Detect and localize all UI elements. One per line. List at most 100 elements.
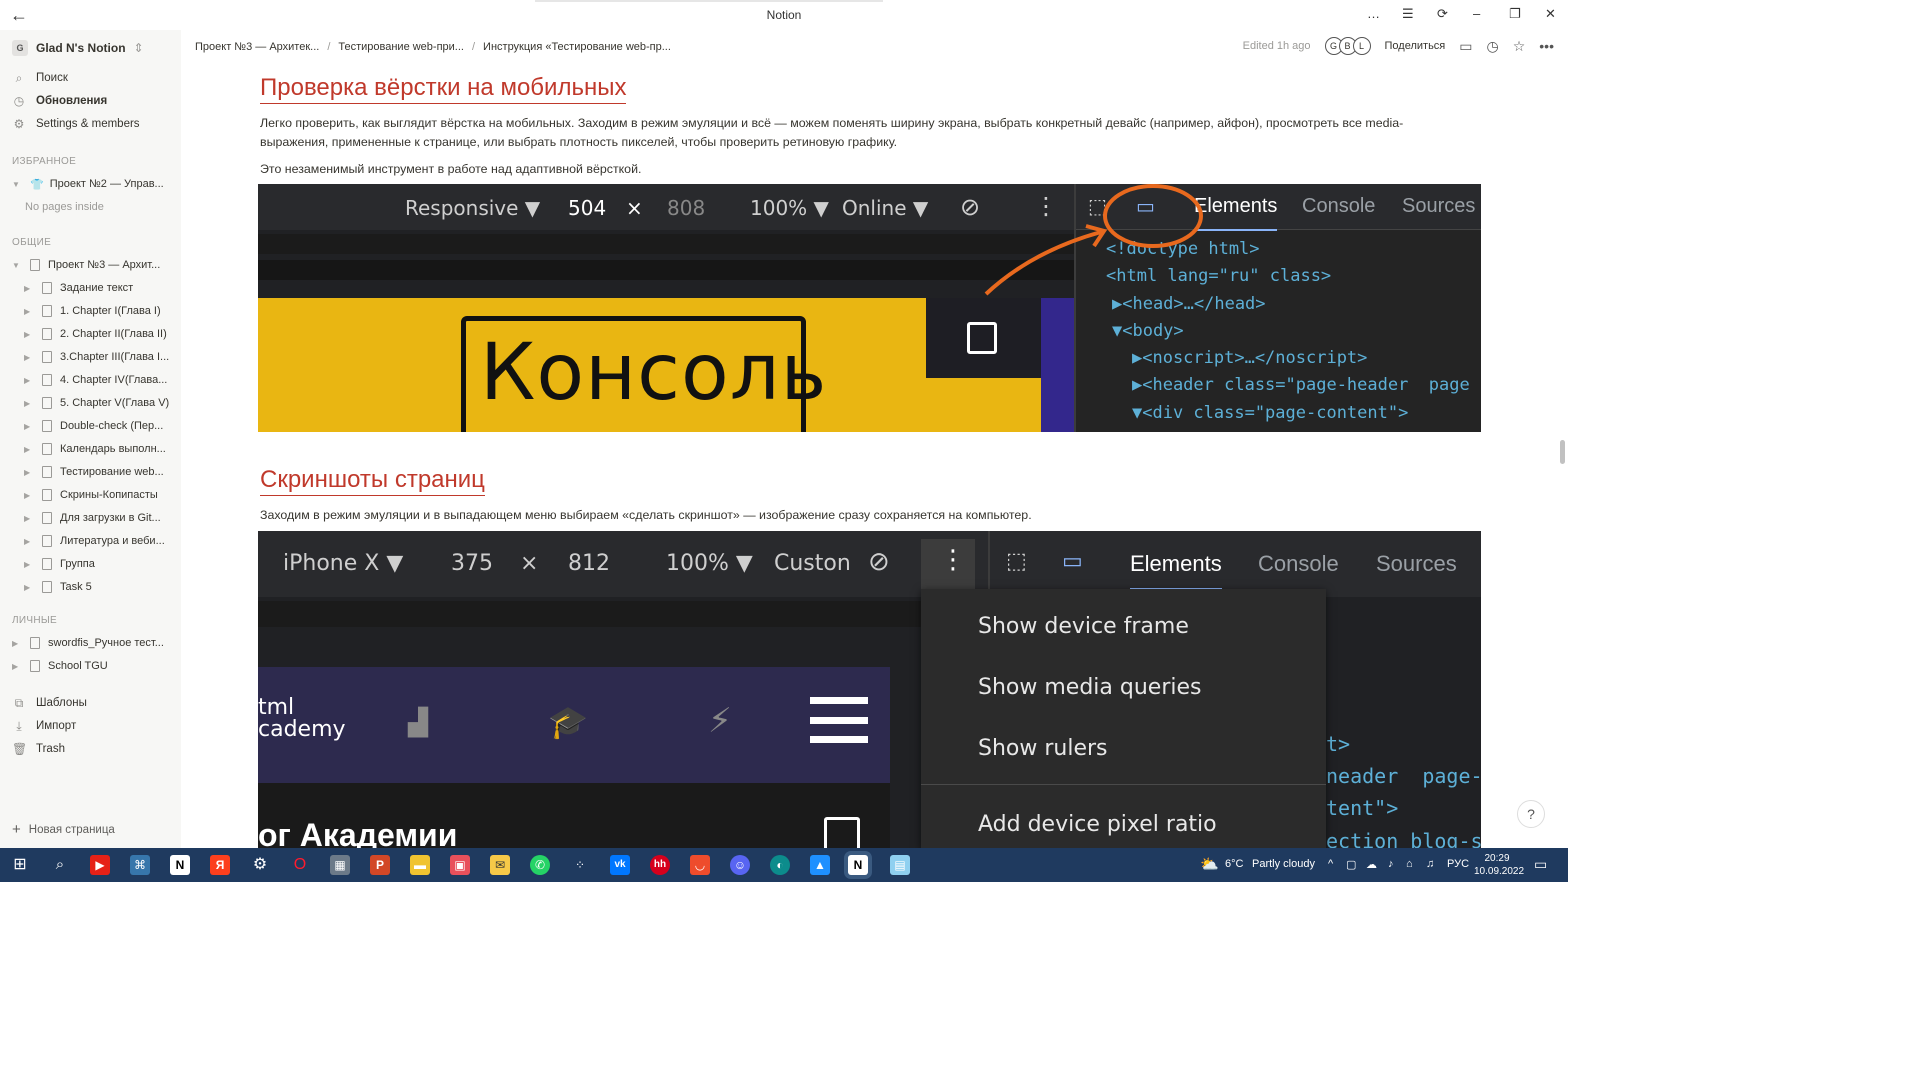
caret-right-icon[interactable]: ▶ — [24, 514, 34, 523]
sidebar-item-updates[interactable]: ◷ Обновления — [12, 92, 107, 110]
pin-icon[interactable]: ⟳ — [1437, 6, 1448, 22]
private-item[interactable]: ▶ School TGU — [12, 657, 108, 675]
sidebar-page-item[interactable]: ▶ Календарь выполн... — [24, 440, 166, 458]
discord-icon[interactable]: ☺ — [730, 855, 750, 875]
powerpoint-icon[interactable]: P — [370, 855, 390, 875]
vk-icon[interactable]: vk — [610, 855, 630, 875]
opera-icon[interactable]: O — [290, 855, 310, 875]
chevron-up-icon[interactable]: ^ — [1328, 858, 1333, 870]
sidebar-page-item[interactable]: ▶ Литература и веби... — [24, 532, 165, 550]
caret-down-icon[interactable]: ▼ — [12, 261, 22, 270]
search-icon[interactable]: ⌕ — [50, 855, 70, 875]
sidebar-page-item[interactable]: ▶ Тестирование web... — [24, 463, 164, 481]
sidebar-item-trash[interactable]: 🗑 Trash — [12, 740, 65, 758]
sidebar-page-item[interactable]: ▶ 2. Chapter II(Глава II) — [24, 325, 167, 343]
comment-icon[interactable]: ▭ — [1459, 38, 1472, 55]
notifications-icon[interactable]: ▭ — [1534, 856, 1547, 873]
caret-right-icon[interactable]: ▶ — [24, 445, 34, 454]
help-button[interactable]: ? — [1517, 800, 1545, 828]
minimize-icon[interactable]: – — [1473, 6, 1480, 21]
youtube-icon[interactable]: ▶ — [90, 855, 110, 875]
caret-right-icon[interactable]: ▶ — [24, 353, 34, 362]
caret-right-icon[interactable]: ▶ — [12, 639, 22, 648]
cloud-icon[interactable]: ☁ — [1366, 858, 1377, 871]
sidebar-page-item[interactable]: ▶ 3.Chapter III(Глава I... — [24, 348, 169, 366]
notion-active-icon[interactable]: N — [848, 855, 868, 875]
shared-root-item[interactable]: ▼ Проект №3 — Архит... — [12, 256, 160, 274]
caret-right-icon[interactable]: ▶ — [24, 376, 34, 385]
mail-icon[interactable]: ✉ — [490, 855, 510, 875]
breadcrumb-item[interactable]: Проект №3 — Архитек... — [195, 41, 319, 53]
window-title: Notion — [766, 8, 802, 22]
app-icon[interactable]: ◡ — [690, 855, 710, 875]
caret-right-icon[interactable]: ▶ — [24, 422, 34, 431]
caret-right-icon[interactable]: ▶ — [24, 330, 34, 339]
sidebar-page-item[interactable]: ▶ Для загрузки в Git... — [24, 509, 161, 527]
weather-temp[interactable]: 6°C — [1225, 858, 1243, 870]
workspace-switcher[interactable]: G Glad N's Notion ⇕ — [12, 40, 144, 56]
sidebar-page-item[interactable]: ▶ Задание текст — [24, 279, 133, 297]
edge-icon[interactable]: ◐ — [770, 855, 790, 875]
clock[interactable]: 20:29 10.09.2022 — [1474, 852, 1524, 878]
notion-icon[interactable]: N — [170, 855, 190, 875]
apps-icon[interactable]: ⁘ — [570, 855, 590, 875]
private-item[interactable]: ▶ swordfis_Ручное тест... — [12, 634, 164, 652]
caret-right-icon[interactable]: ▶ — [24, 583, 34, 592]
star-icon[interactable]: ☆ — [1513, 38, 1526, 55]
menu-icon[interactable]: ☰ — [1402, 6, 1414, 22]
language-indicator[interactable]: РУС — [1447, 858, 1469, 870]
caret-right-icon[interactable]: ▶ — [12, 662, 22, 671]
notepad-icon[interactable]: ▤ — [890, 855, 910, 875]
folder-icon[interactable]: ▬ — [410, 855, 430, 875]
app-icon[interactable]: ▣ — [450, 855, 470, 875]
network-icon[interactable]: ⌂ — [1406, 858, 1413, 870]
weather-text[interactable]: Partly cloudy — [1252, 858, 1315, 870]
history-icon[interactable]: ◷ — [1487, 38, 1499, 55]
settings-icon[interactable]: ⚙ — [250, 855, 270, 875]
tray-icon[interactable]: ▢ — [1346, 858, 1356, 871]
sidebar-page-item[interactable]: ▶ Группа — [24, 555, 95, 573]
favorite-item[interactable]: ▼ 👕 Проект №2 — Управ... — [12, 175, 164, 193]
caret-right-icon[interactable]: ▶ — [24, 491, 34, 500]
mic-icon[interactable]: ♪ — [1388, 858, 1394, 870]
share-button[interactable]: Поделиться — [1385, 40, 1446, 52]
close-icon[interactable]: ✕ — [1545, 6, 1556, 22]
hh-icon[interactable]: hh — [650, 855, 670, 875]
caret-right-icon[interactable]: ▶ — [24, 399, 34, 408]
more-icon[interactable]: ••• — [1539, 38, 1554, 54]
volume-icon[interactable]: ♫ — [1426, 858, 1434, 870]
code-line: ection blog-s — [1326, 829, 1481, 848]
scrollbar[interactable] — [1559, 40, 1566, 848]
sidebar-item-search[interactable]: ⌕ Поиск — [12, 69, 68, 87]
sidebar-page-item[interactable]: ▶ 5. Chapter V(Глава V) — [24, 394, 169, 412]
app-icon[interactable]: ▦ — [330, 855, 350, 875]
caret-right-icon[interactable]: ▶ — [24, 468, 34, 477]
start-icon[interactable]: ⊞ — [10, 855, 30, 875]
sidebar-page-item[interactable]: ▶ 1. Chapter I(Глава I) — [24, 302, 161, 320]
restore-icon[interactable]: ❐ — [1509, 6, 1521, 22]
caret-right-icon[interactable]: ▶ — [24, 537, 34, 546]
python-icon[interactable]: ⌘ — [130, 855, 150, 875]
caret-right-icon[interactable]: ▶ — [24, 284, 34, 293]
sidebar-item-settings[interactable]: ⚙ Settings & members — [12, 115, 140, 133]
yandex-icon[interactable]: Я — [210, 855, 230, 875]
sidebar-page-item[interactable]: ▶ Task 5 — [24, 578, 92, 596]
sidebar-item-templates[interactable]: ⧉ Шаблоны — [12, 694, 87, 712]
avatar-group[interactable]: G B L — [1324, 37, 1371, 55]
gear-icon: ⚙ — [13, 117, 25, 131]
caret-right-icon[interactable]: ▶ — [24, 307, 34, 316]
whatsapp-icon[interactable]: ✆ — [530, 855, 550, 875]
caret-right-icon[interactable]: ▶ — [24, 560, 34, 569]
more-icon[interactable]: … — [1367, 6, 1380, 21]
sidebar-page-item[interactable]: ▶ Скрины-Копипасты — [24, 486, 158, 504]
sidebar-item-label: Settings & members — [36, 118, 140, 130]
sidebar-page-item[interactable]: ▶ 4. Chapter IV(Глава... — [24, 371, 167, 389]
caret-down-icon[interactable]: ▼ — [12, 180, 22, 189]
photos-icon[interactable]: ▲ — [810, 855, 830, 875]
new-page-button[interactable]: + Новая страница — [12, 821, 115, 838]
scrollbar-thumb[interactable] — [1560, 440, 1565, 464]
sidebar-page-item[interactable]: ▶ Double-check (Пер... — [24, 417, 163, 435]
sidebar-item-import[interactable]: ⤓ Импорт — [12, 717, 76, 735]
breadcrumb-item[interactable]: Тестирование web-при... — [338, 41, 464, 53]
breadcrumb-item[interactable]: Инструкция «Тестирование web-пр... — [483, 41, 671, 53]
